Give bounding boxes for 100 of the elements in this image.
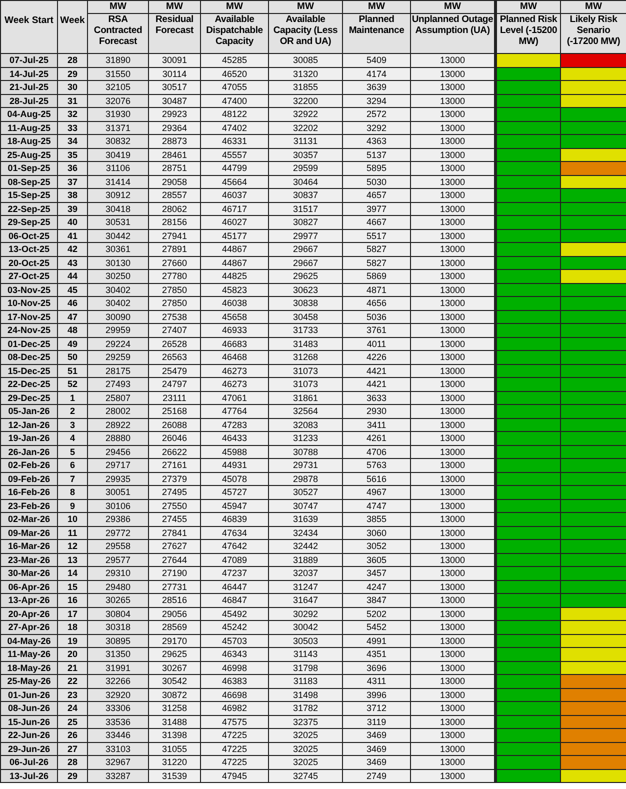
- table-cell: 27941: [148, 229, 200, 242]
- unit-label: MW: [342, 0, 410, 14]
- table-cell: 13-Apr-26: [0, 594, 58, 607]
- table-cell: 4174: [342, 67, 410, 80]
- table-cell: 29456: [88, 445, 148, 458]
- table-cell: 28922: [88, 418, 148, 432]
- table-cell: 32025: [268, 756, 342, 769]
- table-cell: 30292: [268, 607, 342, 620]
- table-cell: 16-Feb-26: [0, 486, 58, 499]
- table-cell: 29-Sep-25: [0, 216, 58, 229]
- table-cell: 4667: [342, 216, 410, 229]
- table-cell: 28461: [148, 148, 200, 162]
- table-cell: 18-May-26: [0, 661, 58, 674]
- unit-label: MW: [268, 0, 342, 14]
- unit-label: MW: [200, 0, 268, 14]
- table-cell: 31371: [88, 121, 148, 134]
- table-cell: 04-May-26: [0, 634, 58, 648]
- table-cell: 29577: [88, 553, 148, 566]
- table-cell: 29599: [268, 162, 342, 175]
- table-cell: 3469: [342, 756, 410, 769]
- table-cell: 27660: [148, 256, 200, 270]
- table-cell: 30442: [88, 229, 148, 242]
- table-cell: 31639: [268, 512, 342, 526]
- table-cell: 25-Aug-25: [0, 148, 58, 162]
- table-cell: 10-Nov-25: [0, 296, 58, 310]
- table-cell: 31855: [268, 80, 342, 94]
- table-cell: 13000: [410, 472, 496, 486]
- table-cell: 13000: [410, 162, 496, 175]
- table-cell: 4871: [342, 283, 410, 296]
- table-cell: 29923: [148, 108, 200, 121]
- table-cell: 30623: [268, 283, 342, 296]
- table-cell: 29-Dec-25: [0, 391, 58, 404]
- table-cell: 13000: [410, 404, 496, 418]
- column-header: Week Start: [0, 0, 58, 54]
- table-cell: 30091: [148, 54, 200, 67]
- table-cell: 32564: [268, 404, 342, 418]
- table-cell: 29386: [88, 512, 148, 526]
- table-cell: 5616: [342, 472, 410, 486]
- table-cell: 27841: [148, 526, 200, 540]
- table-cell: 29959: [88, 324, 148, 337]
- table-cell: 31247: [268, 580, 342, 594]
- table-cell: 3060: [342, 526, 410, 540]
- table-cell: 29480: [88, 580, 148, 594]
- table-cell: 30318: [88, 620, 148, 634]
- table-cell: 29058: [148, 175, 200, 188]
- table-cell: 32375: [268, 715, 342, 728]
- table-cell: 4261: [342, 432, 410, 445]
- table-cell: 13000: [410, 648, 496, 661]
- table-cell: 32202: [268, 121, 342, 134]
- table-cell: 32025: [268, 742, 342, 756]
- table-cell: 30895: [88, 634, 148, 648]
- table-cell: 13000: [410, 742, 496, 756]
- table-cell: 3712: [342, 702, 410, 715]
- table-cell: 4706: [342, 445, 410, 458]
- table-cell: 2749: [342, 769, 410, 782]
- table-cell: 30832: [88, 134, 148, 148]
- table-cell: 3696: [342, 661, 410, 674]
- table-cell: 29364: [148, 121, 200, 134]
- table-cell: 30912: [88, 188, 148, 202]
- table-cell: 3292: [342, 121, 410, 134]
- table-cell: 27550: [148, 499, 200, 512]
- table-cell: 48122: [200, 108, 268, 121]
- table-cell: 27627: [148, 540, 200, 553]
- table-cell: 4991: [342, 634, 410, 648]
- table-cell: 32967: [88, 756, 148, 769]
- table-cell: 4311: [342, 674, 410, 688]
- table-cell: 3469: [342, 742, 410, 756]
- table-cell: 45177: [200, 229, 268, 242]
- table-cell: 46433: [200, 432, 268, 445]
- table-cell: 28156: [148, 216, 200, 229]
- table-cell: 47945: [200, 769, 268, 782]
- table-cell: 31483: [268, 337, 342, 350]
- table-cell: 25479: [148, 364, 200, 378]
- table-cell: 4247: [342, 580, 410, 594]
- table-cell: 45727: [200, 486, 268, 499]
- table-cell: 31890: [88, 54, 148, 67]
- table-cell: 13000: [410, 54, 496, 67]
- table-cell: 18-Aug-25: [0, 134, 58, 148]
- table-cell: 32076: [88, 94, 148, 108]
- table-cell: 30357: [268, 148, 342, 162]
- table-cell: 29772: [88, 526, 148, 540]
- table-cell: 4421: [342, 364, 410, 378]
- table-cell: 29977: [268, 229, 342, 242]
- table-cell: 33446: [88, 728, 148, 742]
- table-cell: 32083: [268, 418, 342, 432]
- table-cell: 07-Jul-25: [0, 54, 58, 67]
- table-cell: 31131: [268, 134, 342, 148]
- table-cell: 5202: [342, 607, 410, 620]
- table-cell: 13000: [410, 242, 496, 256]
- table-cell: 28062: [148, 202, 200, 216]
- table-cell: 13000: [410, 350, 496, 364]
- table-cell: 32745: [268, 769, 342, 782]
- table-cell: 33103: [88, 742, 148, 756]
- table-cell: 22-Dec-25: [0, 378, 58, 391]
- table-cell: 06-Oct-25: [0, 229, 58, 242]
- table-cell: 5827: [342, 256, 410, 270]
- table-cell: 01-Sep-25: [0, 162, 58, 175]
- table-cell: 31233: [268, 432, 342, 445]
- table-cell: 13000: [410, 674, 496, 688]
- table-cell: 13000: [410, 67, 496, 80]
